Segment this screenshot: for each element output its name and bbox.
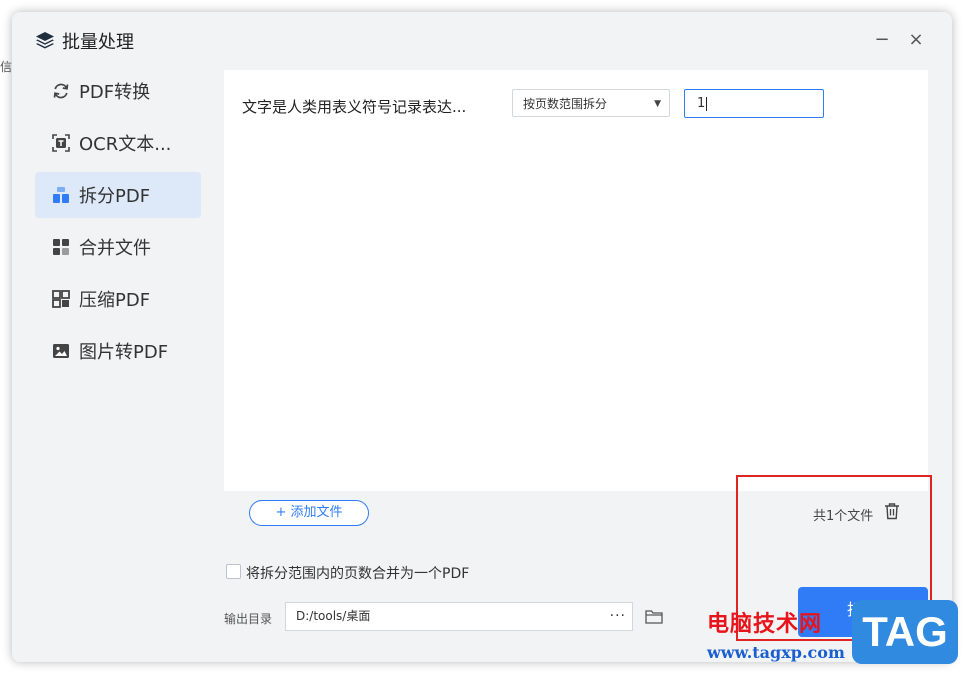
sidebar: PDF转换 OCR文本... 拆分PDF 合并文件 压缩PDF 图片转PDF bbox=[35, 68, 201, 380]
file-name: 文字是人类用表义符号记录表达... bbox=[242, 98, 467, 116]
page-range-value: 1 bbox=[697, 96, 706, 111]
file-list-panel: 文字是人类用表义符号记录表达... 按页数范围拆分 ▼ 1 + 添加文件 共1个… bbox=[224, 70, 928, 533]
sidebar-item-split-pdf[interactable]: 拆分PDF bbox=[35, 172, 201, 218]
sidebar-item-label: 合并文件 bbox=[79, 238, 151, 259]
add-file-button[interactable]: + 添加文件 bbox=[249, 500, 369, 526]
trash-icon[interactable] bbox=[884, 502, 900, 520]
output-dir-value: D:/tools/桌面 bbox=[296, 609, 371, 623]
sidebar-item-label: PDF转换 bbox=[79, 82, 151, 103]
text-cursor bbox=[706, 96, 708, 111]
sidebar-item-pdf-convert[interactable]: PDF转换 bbox=[35, 68, 201, 114]
watermark-text: 电脑技术网 bbox=[707, 612, 823, 637]
split-mode-select[interactable]: 按页数范围拆分 ▼ bbox=[512, 89, 670, 117]
batch-process-dialog: 批量处理 − × PDF转换 OCR文本... 拆分PDF 合并文件 压缩PDF… bbox=[12, 12, 952, 662]
file-count: 共1个文件 bbox=[813, 509, 874, 524]
sidebar-item-label: 压缩PDF bbox=[79, 290, 151, 311]
sidebar-item-compress[interactable]: 压缩PDF bbox=[35, 276, 201, 322]
chevron-down-icon: ▼ bbox=[654, 99, 661, 109]
sidebar-item-ocr[interactable]: OCR文本... bbox=[35, 120, 201, 166]
refresh-icon bbox=[53, 83, 69, 99]
watermark-tag-logo: TAG bbox=[852, 600, 958, 664]
sidebar-item-merge[interactable]: 合并文件 bbox=[35, 224, 201, 270]
sidebar-item-label: OCR文本... bbox=[79, 134, 172, 155]
sidebar-item-label: 图片转PDF bbox=[79, 342, 169, 363]
image-icon bbox=[53, 344, 69, 358]
sidebar-item-image-to-pdf[interactable]: 图片转PDF bbox=[35, 328, 201, 374]
minimize-button[interactable]: − bbox=[872, 30, 892, 50]
output-dir-label: 输出目录 bbox=[224, 612, 273, 626]
output-dir-field[interactable]: D:/tools/桌面 ··· bbox=[285, 602, 633, 631]
sidebar-item-label: 拆分PDF bbox=[79, 186, 151, 207]
window-title: 批量处理 bbox=[62, 32, 134, 53]
close-button[interactable]: × bbox=[906, 30, 926, 50]
watermark-url: www.tagxp.com bbox=[707, 643, 845, 662]
folder-icon[interactable] bbox=[645, 609, 663, 624]
merge-icon bbox=[53, 239, 69, 255]
split-icon bbox=[53, 187, 69, 203]
layers-icon bbox=[36, 32, 54, 49]
page-range-input[interactable]: 1 bbox=[684, 89, 824, 118]
more-icon[interactable]: ··· bbox=[610, 603, 626, 630]
merge-range-label: 将拆分范围内的页数合并为一个PDF bbox=[246, 566, 470, 582]
split-mode-value: 按页数范围拆分 bbox=[523, 97, 608, 111]
background-window-text: 信 bbox=[0, 60, 13, 74]
compress-icon bbox=[52, 290, 70, 308]
ocr-text-icon bbox=[52, 134, 70, 152]
merge-range-checkbox[interactable] bbox=[226, 564, 241, 579]
